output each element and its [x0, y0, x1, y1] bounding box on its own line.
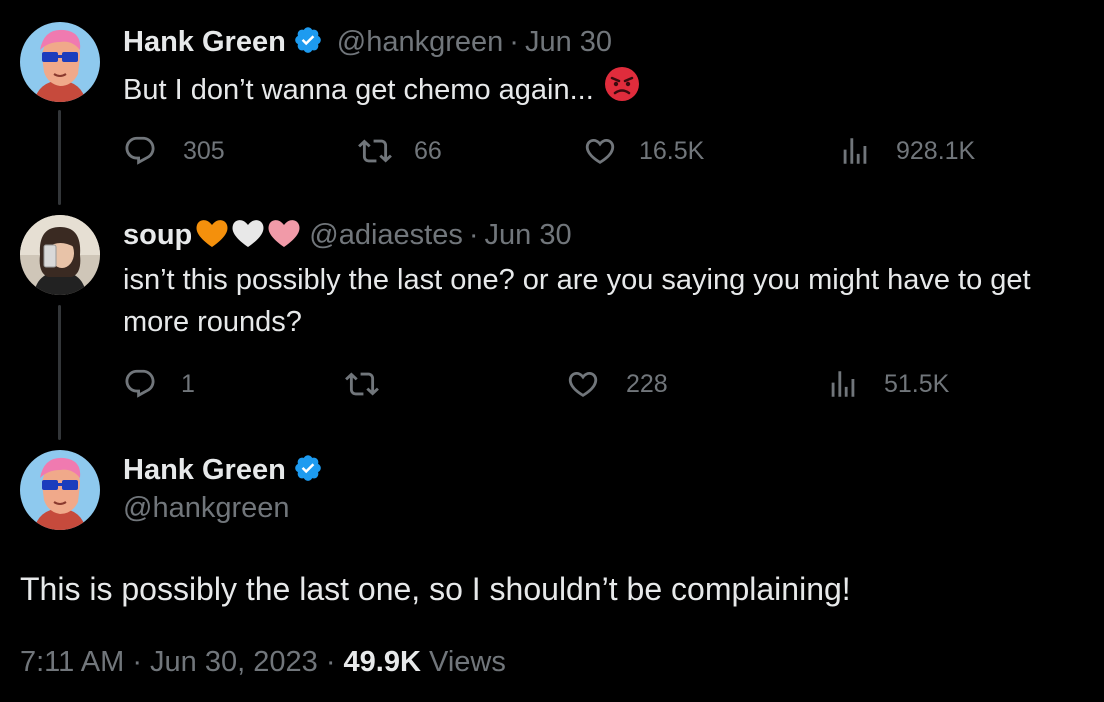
views-button[interactable]: 928.1K [838, 131, 975, 171]
reply-icon [125, 369, 155, 398]
angry-face-icon [604, 66, 640, 114]
pink-heart-icon [267, 217, 301, 254]
separator-dot: · [509, 25, 519, 58]
tweet-date[interactable]: Jun 30 [485, 219, 572, 252]
avatar[interactable] [20, 215, 100, 295]
white-heart-icon [231, 217, 265, 254]
author-name[interactable]: Hank Green [123, 454, 286, 487]
tweet-actions: 305 66 16.5K 928.1K [123, 131, 1023, 171]
like-count: 228 [626, 369, 668, 398]
author-name[interactable]: soup [123, 219, 192, 252]
heart-icon [568, 371, 598, 397]
like-button[interactable]: 228 [566, 364, 668, 404]
thread-line [58, 305, 61, 440]
retweet-count: 66 [414, 136, 442, 165]
retweet-icon [358, 139, 392, 163]
like-button[interactable]: 16.5K [583, 131, 704, 171]
retweet-button[interactable]: 66 [358, 131, 442, 171]
tweet-date[interactable]: Jun 30, 2023 [150, 646, 318, 678]
tweet-meta: 7:11 AM · Jun 30, 2023 · 49.9K Views [20, 646, 506, 679]
tweet-date[interactable]: Jun 30 [525, 26, 612, 59]
reply-button[interactable]: 1 [123, 364, 195, 404]
views-label: Views [429, 646, 506, 678]
heart-icon [585, 138, 615, 164]
reply-count: 305 [183, 136, 225, 165]
separator-dot: · [325, 646, 336, 678]
views-count: 49.9K [343, 646, 421, 678]
tweet-text: isn’t this possibly the last one? or are… [123, 264, 1031, 338]
orange-heart-icon [195, 217, 229, 254]
views-icon [831, 371, 855, 397]
tweet-text: But I don’t wanna get chemo again... [123, 74, 594, 106]
retweet-icon [345, 372, 379, 396]
verified-badge-icon [293, 25, 323, 60]
retweet-button[interactable] [345, 364, 405, 404]
thread-line [58, 110, 61, 205]
views-icon [843, 138, 867, 164]
views-count: 51.5K [884, 369, 950, 398]
avatar[interactable] [20, 22, 100, 102]
author-handle[interactable]: @hankgreen [123, 492, 290, 525]
separator-dot: · [132, 646, 142, 678]
tweet-time[interactable]: 7:11 AM [20, 646, 124, 678]
like-count: 16.5K [639, 136, 705, 165]
reply-count: 1 [181, 369, 195, 398]
tweet-actions: 1 228 51.5K [123, 364, 1023, 404]
tweet-text: This is possibly the last one, so I shou… [20, 571, 851, 607]
verified-badge-icon [293, 453, 323, 488]
author-handle[interactable]: @hankgreen [337, 26, 504, 59]
reply-button[interactable]: 305 [123, 131, 225, 171]
separator-dot: · [468, 218, 479, 251]
author-handle[interactable]: @adiaestes [309, 219, 463, 252]
avatar[interactable] [20, 450, 100, 530]
reply-icon [125, 136, 155, 165]
views-button[interactable]: 51.5K [826, 364, 949, 404]
views-count: 928.1K [896, 136, 976, 165]
author-name[interactable]: Hank Green [123, 26, 286, 59]
